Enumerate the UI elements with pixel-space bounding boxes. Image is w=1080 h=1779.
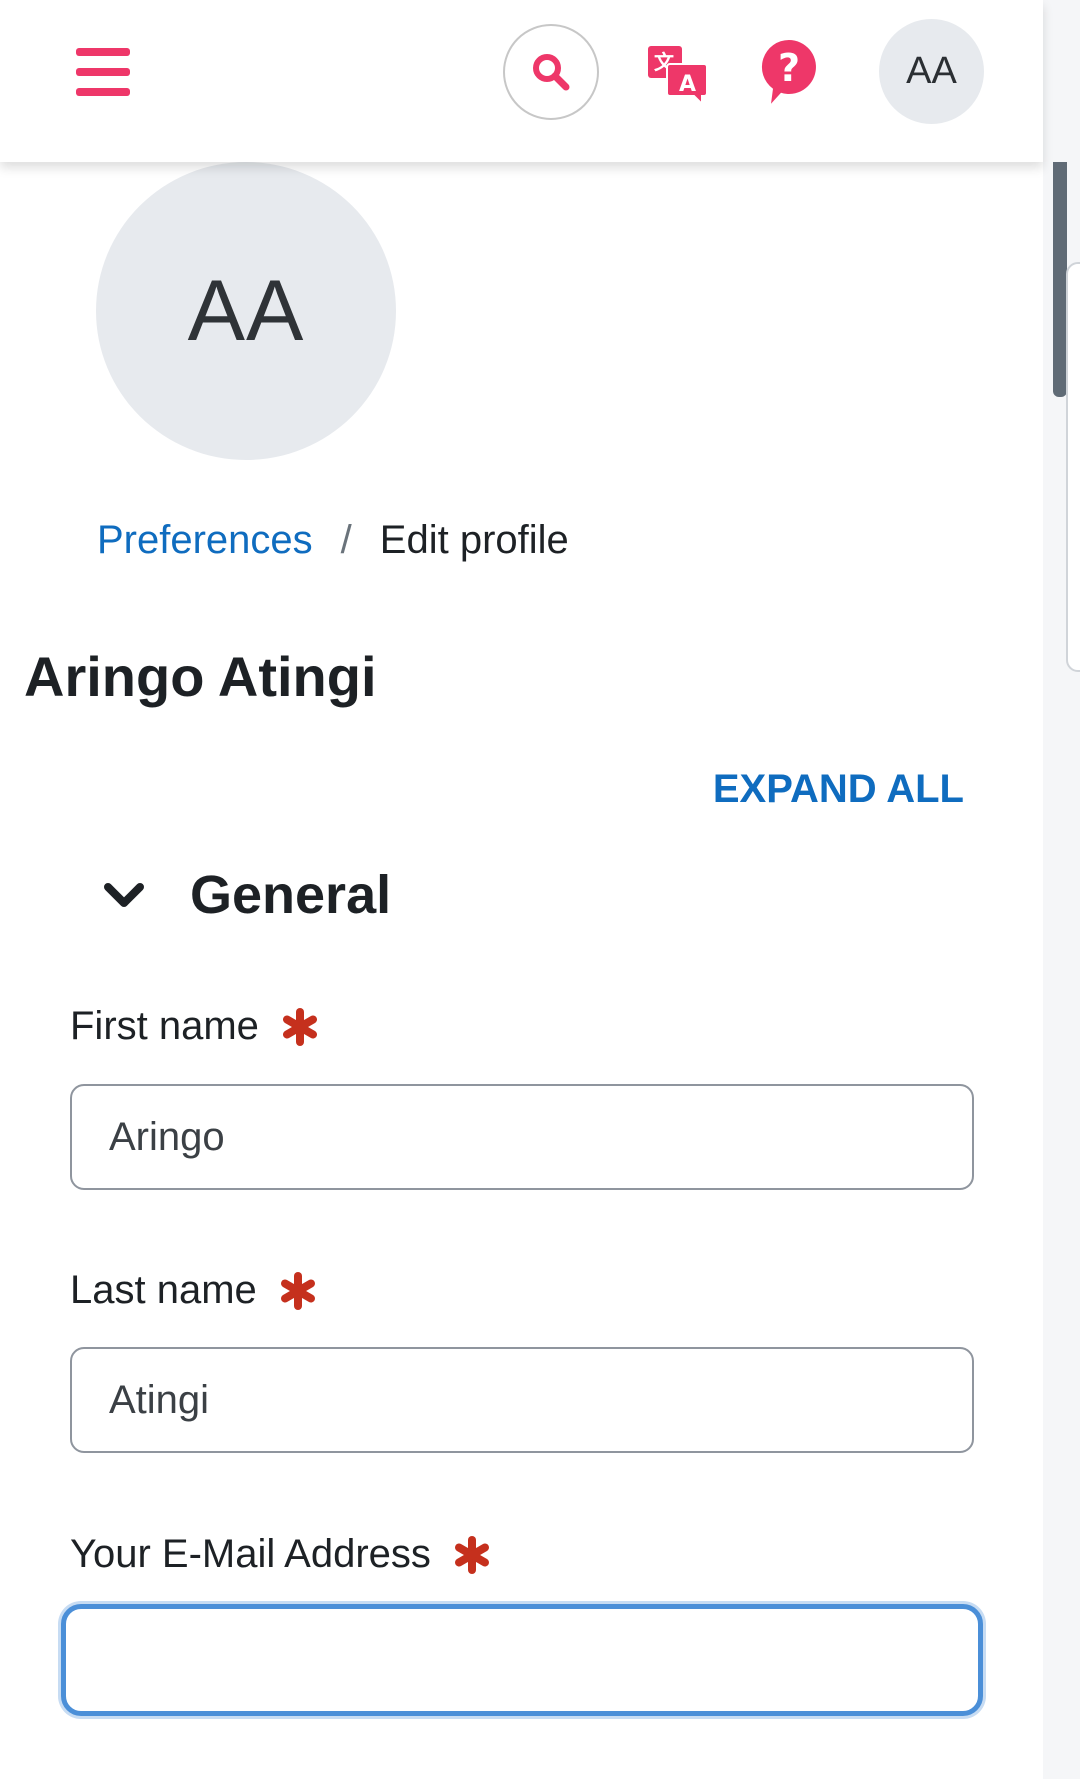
profile-avatar: AA [96, 162, 396, 460]
drawer-toggle-edge[interactable] [1066, 262, 1080, 672]
first-name-label-text: First name [70, 1004, 259, 1048]
breadcrumb-current: Edit profile [379, 518, 569, 562]
help-icon: ? [761, 39, 816, 104]
email-label-text: Your E-Mail Address [70, 1532, 431, 1576]
breadcrumb: Preferences / Edit profile [97, 518, 569, 563]
breadcrumb-separator: / [340, 518, 352, 562]
user-menu-avatar[interactable]: AA [879, 19, 984, 124]
scrollbar-thumb[interactable] [1053, 162, 1067, 397]
page-title: Aringo Atingi [24, 645, 377, 708]
chevron-down-icon [104, 883, 144, 907]
required-asterisk-icon [282, 1007, 317, 1046]
breadcrumb-link-preferences[interactable]: Preferences [97, 518, 313, 563]
search-button[interactable] [503, 24, 599, 120]
svg-text:?: ? [778, 46, 800, 90]
first-name-input[interactable] [70, 1084, 974, 1190]
language-button[interactable]: 文 A [646, 44, 708, 107]
required-asterisk-icon [280, 1271, 315, 1310]
last-name-input[interactable] [70, 1347, 974, 1453]
section-title: General [190, 865, 392, 925]
last-name-label-text: Last name [70, 1268, 257, 1312]
section-toggle-general[interactable]: General [100, 864, 391, 926]
expand-all-link[interactable]: EXPAND ALL [713, 767, 964, 812]
top-navbar: 文 A ? AA [0, 0, 1043, 162]
translate-icon: 文 A [648, 46, 708, 107]
first-name-label: First name [70, 1004, 319, 1049]
required-asterisk-icon [454, 1535, 489, 1574]
email-label: Your E-Mail Address [70, 1532, 491, 1577]
email-input[interactable] [61, 1604, 983, 1716]
help-button[interactable]: ? [760, 38, 818, 106]
search-icon [533, 54, 570, 91]
last-name-label: Last name [70, 1268, 317, 1313]
svg-text:A: A [679, 72, 696, 97]
hamburger-menu-icon[interactable] [76, 48, 130, 96]
